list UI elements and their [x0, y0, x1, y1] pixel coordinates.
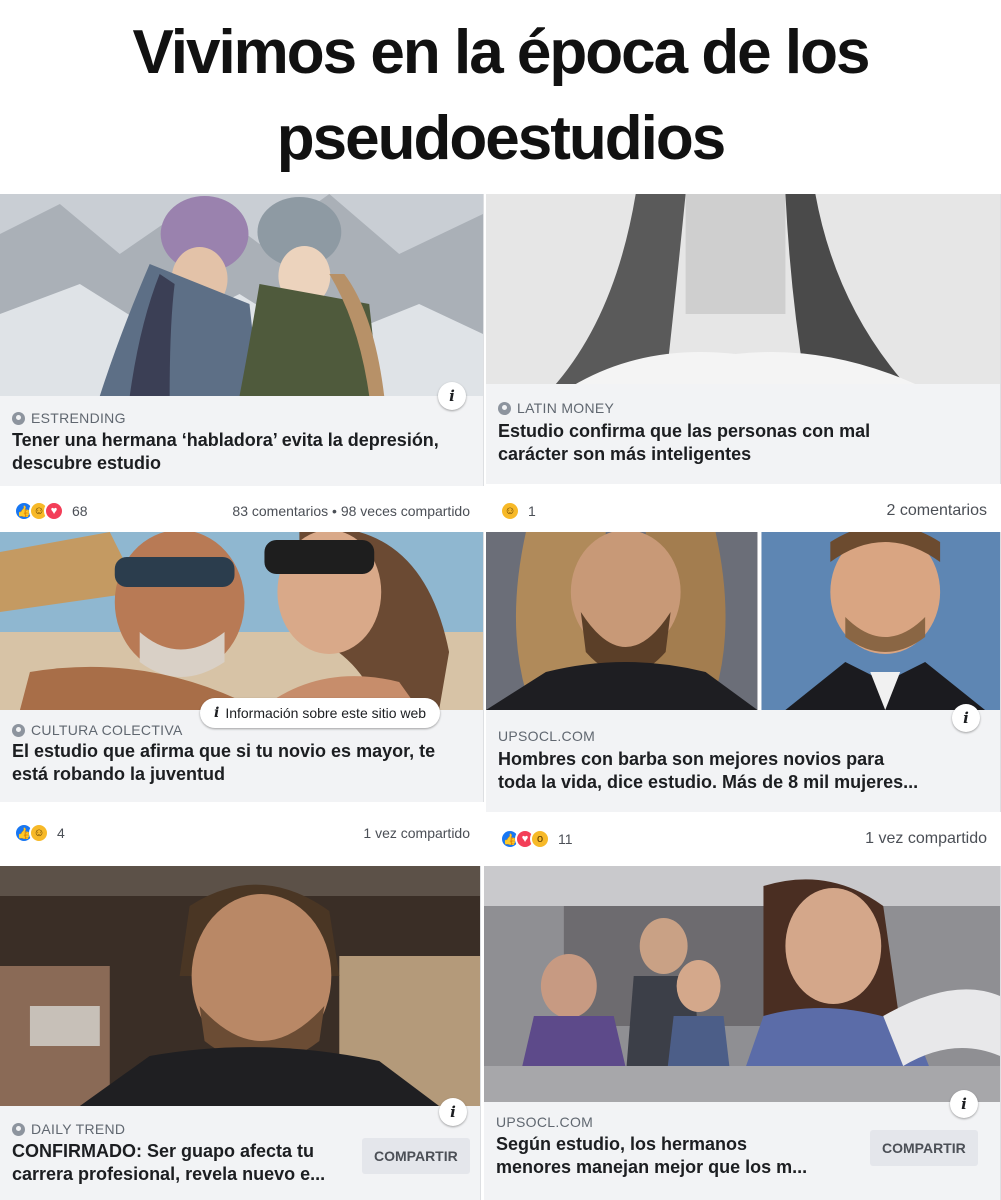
post-source-label: LATIN MONEY	[517, 400, 615, 416]
info-icon[interactable]: i	[439, 1098, 467, 1126]
globe-icon	[12, 1122, 25, 1136]
post-image-girl-driving[interactable]	[484, 866, 1000, 1102]
post-stats-row: 👍 ☺ 4 1 vez compartido	[0, 812, 484, 854]
post-source-label: DAILY TREND	[31, 1121, 126, 1137]
globe-icon	[498, 401, 511, 415]
post-headline-line-1: Según estudio, los hermanos	[496, 1134, 748, 1154]
comments-shares-count[interactable]: 83 comentarios • 98 veces compartido	[232, 503, 470, 519]
post-headline-line-2: carrera profesional, revela nuevo e...	[12, 1164, 326, 1184]
reaction-count: 11	[558, 831, 573, 847]
post-headline[interactable]: Según estudio, los hermanos menores mane…	[496, 1133, 856, 1179]
post-source-label: UPSOCL.COM	[496, 1114, 594, 1130]
post-headline-line-2: está robando la juventud	[12, 764, 226, 784]
post-headline-line-1: Tener una hermana ‘habladora’ evita la d…	[12, 430, 439, 450]
globe-icon	[12, 411, 25, 425]
post-stats-row: ☺ 1 2 comentarios	[486, 490, 1001, 532]
site-info-button[interactable]: i Información sobre este sitio web	[200, 698, 441, 728]
post-headline[interactable]: Tener una hermana ‘habladora’ evita la d…	[12, 429, 482, 475]
post-source: ESTRENDING	[12, 410, 126, 426]
shares-count[interactable]: 1 vez compartido	[363, 825, 470, 841]
reaction-count: 1	[528, 503, 536, 519]
info-icon[interactable]: i	[438, 382, 466, 410]
reactions-summary[interactable]: ☺ 1	[500, 501, 536, 521]
post-card-estrending[interactable]: i ESTRENDING Tener una hermana ‘hablador…	[0, 194, 484, 486]
haha-reaction-icon: ☺	[29, 823, 49, 843]
globe-icon	[12, 723, 25, 737]
meme-caption-line-1: Vivimos en la época de los	[132, 18, 871, 87]
post-headline-line-1: CONFIRMADO: Ser guapo afecta tu	[12, 1141, 315, 1161]
post-card-daily-trend[interactable]: i DAILY TREND CONFIRMADO: Ser guapo afec…	[0, 866, 481, 1200]
meme-caption: Vivimos en la época de los pseudoestudio…	[0, 0, 1001, 192]
post-headline-line-1: Hombres con barba son mejores novios par…	[498, 749, 885, 769]
post-source: DAILY TREND	[12, 1121, 125, 1137]
post-headline[interactable]: CONFIRMADO: Ser guapo afecta tu carrera …	[12, 1140, 362, 1186]
post-source: UPSOCL.COM	[496, 1114, 593, 1130]
info-icon[interactable]: i	[950, 1090, 978, 1118]
post-headline[interactable]: Estudio confirma que las personas con ma…	[498, 420, 988, 466]
post-source: CULTURA COLECTIVA	[12, 722, 183, 738]
post-headline-line-2: menores manejan mejor que los m...	[496, 1157, 808, 1177]
post-image-couple-sunglasses[interactable]	[0, 532, 483, 710]
love-reaction-icon: ♥	[44, 501, 64, 521]
shares-count[interactable]: 1 vez compartido	[865, 830, 987, 848]
meme-caption-line-2: pseudoestudios	[276, 104, 726, 173]
post-card-latin-money[interactable]: LATIN MONEY Estudio confirma que las per…	[486, 194, 1001, 484]
post-source-label: CULTURA COLECTIVA	[31, 722, 183, 738]
reactions-summary[interactable]: 👍 ☺ ♥ 68	[14, 501, 88, 521]
post-stats-row: 👍 ☺ ♥ 68 83 comentarios • 98 veces compa…	[0, 490, 484, 532]
post-source: LATIN MONEY	[498, 400, 614, 416]
post-image-women-winter[interactable]	[0, 194, 483, 396]
post-headline-line-2: descubre estudio	[12, 453, 162, 473]
info-icon[interactable]: i	[952, 704, 980, 732]
comments-count[interactable]: 2 comentarios	[887, 502, 988, 520]
wow-reaction-icon: o	[530, 829, 550, 849]
post-headline-line-2: carácter son más inteligentes	[498, 444, 752, 464]
post-headline-line-2: toda la vida, dice estudio. Más de 8 mil…	[498, 772, 919, 792]
post-headline[interactable]: El estudio que afirma que si tu novio es…	[12, 740, 482, 786]
info-icon: i	[214, 705, 220, 721]
reaction-count: 4	[57, 825, 65, 841]
post-headline-line-1: El estudio que afirma que si tu novio es…	[12, 741, 436, 761]
reaction-count: 68	[72, 503, 88, 519]
post-source-label: ESTRENDING	[31, 410, 126, 426]
post-source-label: UPSOCL.COM	[498, 728, 596, 744]
post-image-woman-neck[interactable]	[486, 194, 1000, 384]
post-image-bearded-men[interactable]	[486, 532, 1000, 710]
post-card-cultura-colectiva[interactable]: i Información sobre este sitio web CULTU…	[0, 532, 484, 802]
post-headline[interactable]: Hombres con barba son mejores novios par…	[498, 748, 993, 794]
post-card-upsocl-hermanos[interactable]: i UPSOCL.COM Según estudio, los hermanos…	[484, 866, 1001, 1200]
reactions-summary[interactable]: 👍 ♥ o 11	[500, 829, 573, 849]
post-card-upsocl-barba[interactable]: i UPSOCL.COM Hombres con barba son mejor…	[486, 532, 1001, 812]
haha-reaction-icon: ☺	[500, 501, 520, 521]
post-source: UPSOCL.COM	[498, 728, 595, 744]
share-button[interactable]: COMPARTIR	[362, 1138, 470, 1174]
share-button[interactable]: COMPARTIR	[870, 1130, 978, 1166]
post-headline-line-1: Estudio confirma que las personas con ma…	[498, 421, 871, 441]
post-stats-row: 👍 ♥ o 11 1 vez compartido	[486, 818, 1001, 860]
site-info-label: Información sobre este sitio web	[225, 705, 427, 721]
reactions-summary[interactable]: 👍 ☺ 4	[14, 823, 65, 843]
post-image-crying-man[interactable]	[0, 866, 480, 1106]
